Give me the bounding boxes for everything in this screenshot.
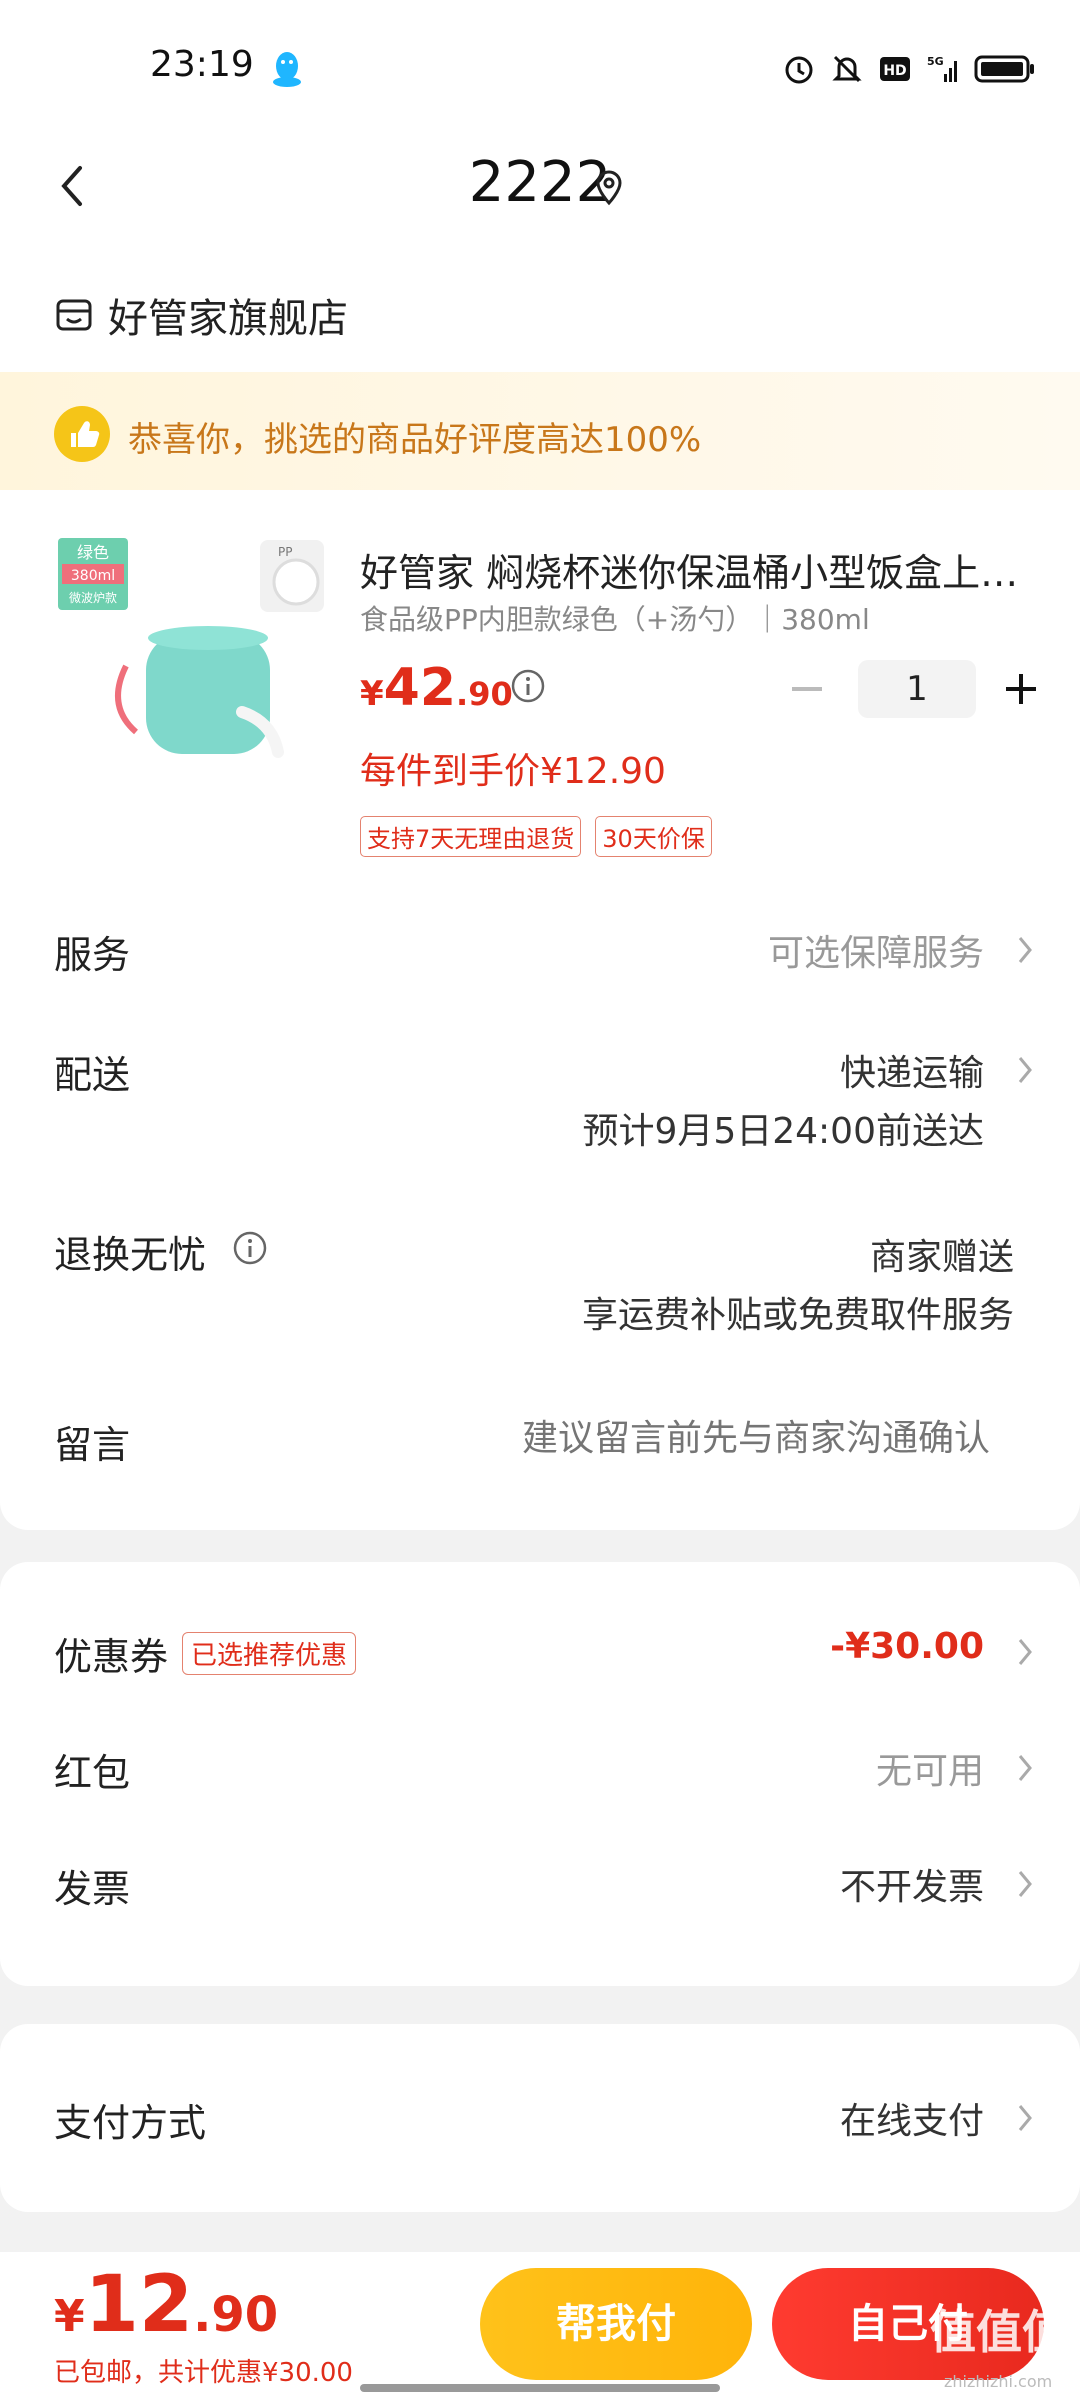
service-row[interactable]: 服务 可选保障服务 <box>0 910 1080 990</box>
coupon-label: 优惠券 <box>54 1635 169 1679</box>
page-title[interactable]: 2222 <box>0 150 1080 215</box>
svg-text:5G: 5G <box>927 55 944 68</box>
payment-value: 在线支付 <box>839 2101 984 2142</box>
status-time: 23:19 <box>150 44 254 85</box>
watermark-site: zhizhizhi.com <box>944 2372 1053 2391</box>
redpacket-value: 无可用 <box>875 1751 984 1792</box>
total-price: ¥12.90 <box>54 2260 279 2350</box>
checkout-bar: ¥12.90 已包邮，共计优惠¥30.00 帮我付 自己付 <box>0 2252 1080 2400</box>
returns-value: 商家赠送 <box>869 1237 1014 1278</box>
product-spec[interactable]: 食品级PP内胆款绿色（+汤勺）｜380ml <box>360 598 870 638</box>
decrease-button[interactable] <box>784 666 830 712</box>
invoice-value: 不开发票 <box>839 1867 984 1908</box>
product-price: ¥42.90 <box>360 658 513 718</box>
shop-header[interactable]: 好管家旗舰店 <box>54 286 348 344</box>
location-pin-icon[interactable] <box>592 168 626 208</box>
message-row[interactable]: 留言 <box>0 1400 1080 1480</box>
alarm-icon <box>785 56 813 84</box>
invoice-row[interactable]: 发票 不开发票 <box>0 1844 1080 1924</box>
watermark-logo: 值值值 <box>930 2305 1068 2359</box>
hand-price: 每件到手价¥12.90 <box>360 751 666 792</box>
chevron-right-icon <box>1018 1639 1032 1665</box>
badge-size-text: 380ml <box>71 568 115 584</box>
payment-label: 支付方式 <box>54 2101 207 2145</box>
product-image[interactable]: 绿色 380ml 微波炉款 PP <box>56 536 326 776</box>
message-label: 留言 <box>54 1423 131 1467</box>
payment-method-row[interactable]: 支付方式 在线支付 <box>0 2078 1080 2158</box>
payment-card: 支付方式 在线支付 <box>0 2024 1080 2212</box>
message-input[interactable] <box>300 1408 990 1468</box>
banner-text: 恭喜你，挑选的商品好评度高达100% <box>128 420 702 460</box>
chevron-right-icon <box>1018 1871 1032 1897</box>
status-bar: 23:19 HD 5G <box>0 0 1080 128</box>
badge-color-text: 绿色 <box>77 543 109 562</box>
chevron-right-icon <box>1018 1057 1032 1083</box>
coupon-row[interactable]: 优惠券 已选推荐优惠 -¥30.00 <box>0 1612 1080 1692</box>
redpacket-row[interactable]: 红包 无可用 <box>0 1728 1080 1808</box>
chevron-right-icon <box>1018 2105 1032 2131</box>
redpacket-label: 红包 <box>54 1751 131 1795</box>
battery-icon <box>974 55 1034 83</box>
quantity-value[interactable]: 1 <box>858 660 976 718</box>
product-tags: 支持7天无理由退货 30天价保 <box>360 816 712 857</box>
price-protection-tag: 30天价保 <box>595 816 712 857</box>
returns-label: 退换无忧 <box>54 1233 207 1277</box>
product-title[interactable]: 好管家 焖烧杯迷你保温桶小型饭盒上… <box>360 542 1020 597</box>
delivery-label: 配送 <box>54 1053 131 1097</box>
rating-banner: 恭喜你，挑选的商品好评度高达100% <box>0 372 1080 490</box>
chevron-right-icon <box>1018 1755 1032 1781</box>
thumbs-up-icon <box>54 406 110 462</box>
shop-name: 好管家旗舰店 <box>108 296 348 342</box>
increase-button[interactable] <box>998 666 1044 712</box>
return-policy-tag: 支持7天无理由退货 <box>360 816 582 857</box>
invoice-label: 发票 <box>54 1867 131 1911</box>
coupon-badge: 已选推荐优惠 <box>182 1632 357 1675</box>
mute-bell-icon <box>832 55 862 83</box>
page-header: 2222 <box>0 128 1080 250</box>
service-label: 服务 <box>54 933 131 977</box>
store-icon <box>56 299 92 331</box>
returns-info-icon[interactable] <box>232 1230 268 1266</box>
discounts-card: 优惠券 已选推荐优惠 -¥30.00 红包 无可用 发票 不开发票 <box>0 1562 1080 1986</box>
returns-subtext: 享运费补贴或免费取件服务 <box>581 1295 1014 1336</box>
badge-pp-text: PP <box>278 545 292 559</box>
svg-text:HD: HD <box>883 63 906 79</box>
total-note: 已包邮，共计优惠¥30.00 <box>54 2358 353 2388</box>
product-item[interactable]: 绿色 380ml 微波炉款 PP 好管家 焖烧杯迷你保温桶小型饭盒上… 食品级P… <box>0 520 1080 880</box>
coupon-value: -¥30.00 <box>830 1626 984 1667</box>
hd-icon: HD <box>880 57 910 81</box>
delivery-row[interactable]: 配送 快递运输 预计9月5日24:00前送达 <box>0 1030 1080 1160</box>
chevron-right-icon <box>1018 937 1032 963</box>
5g-signal-icon: 5G <box>927 55 957 82</box>
quantity-stepper: 1 <box>784 660 1044 718</box>
badge-note-text: 微波炉款 <box>69 591 117 605</box>
qq-icon <box>273 52 301 87</box>
home-indicator[interactable] <box>360 2384 720 2392</box>
delivery-value: 快递运输 <box>839 1053 984 1094</box>
price-info-icon[interactable] <box>510 668 546 704</box>
help-pay-button[interactable]: 帮我付 <box>480 2268 752 2380</box>
returns-row[interactable]: 退换无忧 商家赠送 享运费补贴或免费取件服务 <box>0 1210 1080 1340</box>
delivery-eta: 预计9月5日24:00前送达 <box>582 1111 984 1152</box>
service-value: 可选保障服务 <box>767 933 984 974</box>
order-card: 好管家旗舰店 恭喜你，挑选的商品好评度高达100% 绿色 380ml 微波炉款 … <box>0 250 1080 1530</box>
